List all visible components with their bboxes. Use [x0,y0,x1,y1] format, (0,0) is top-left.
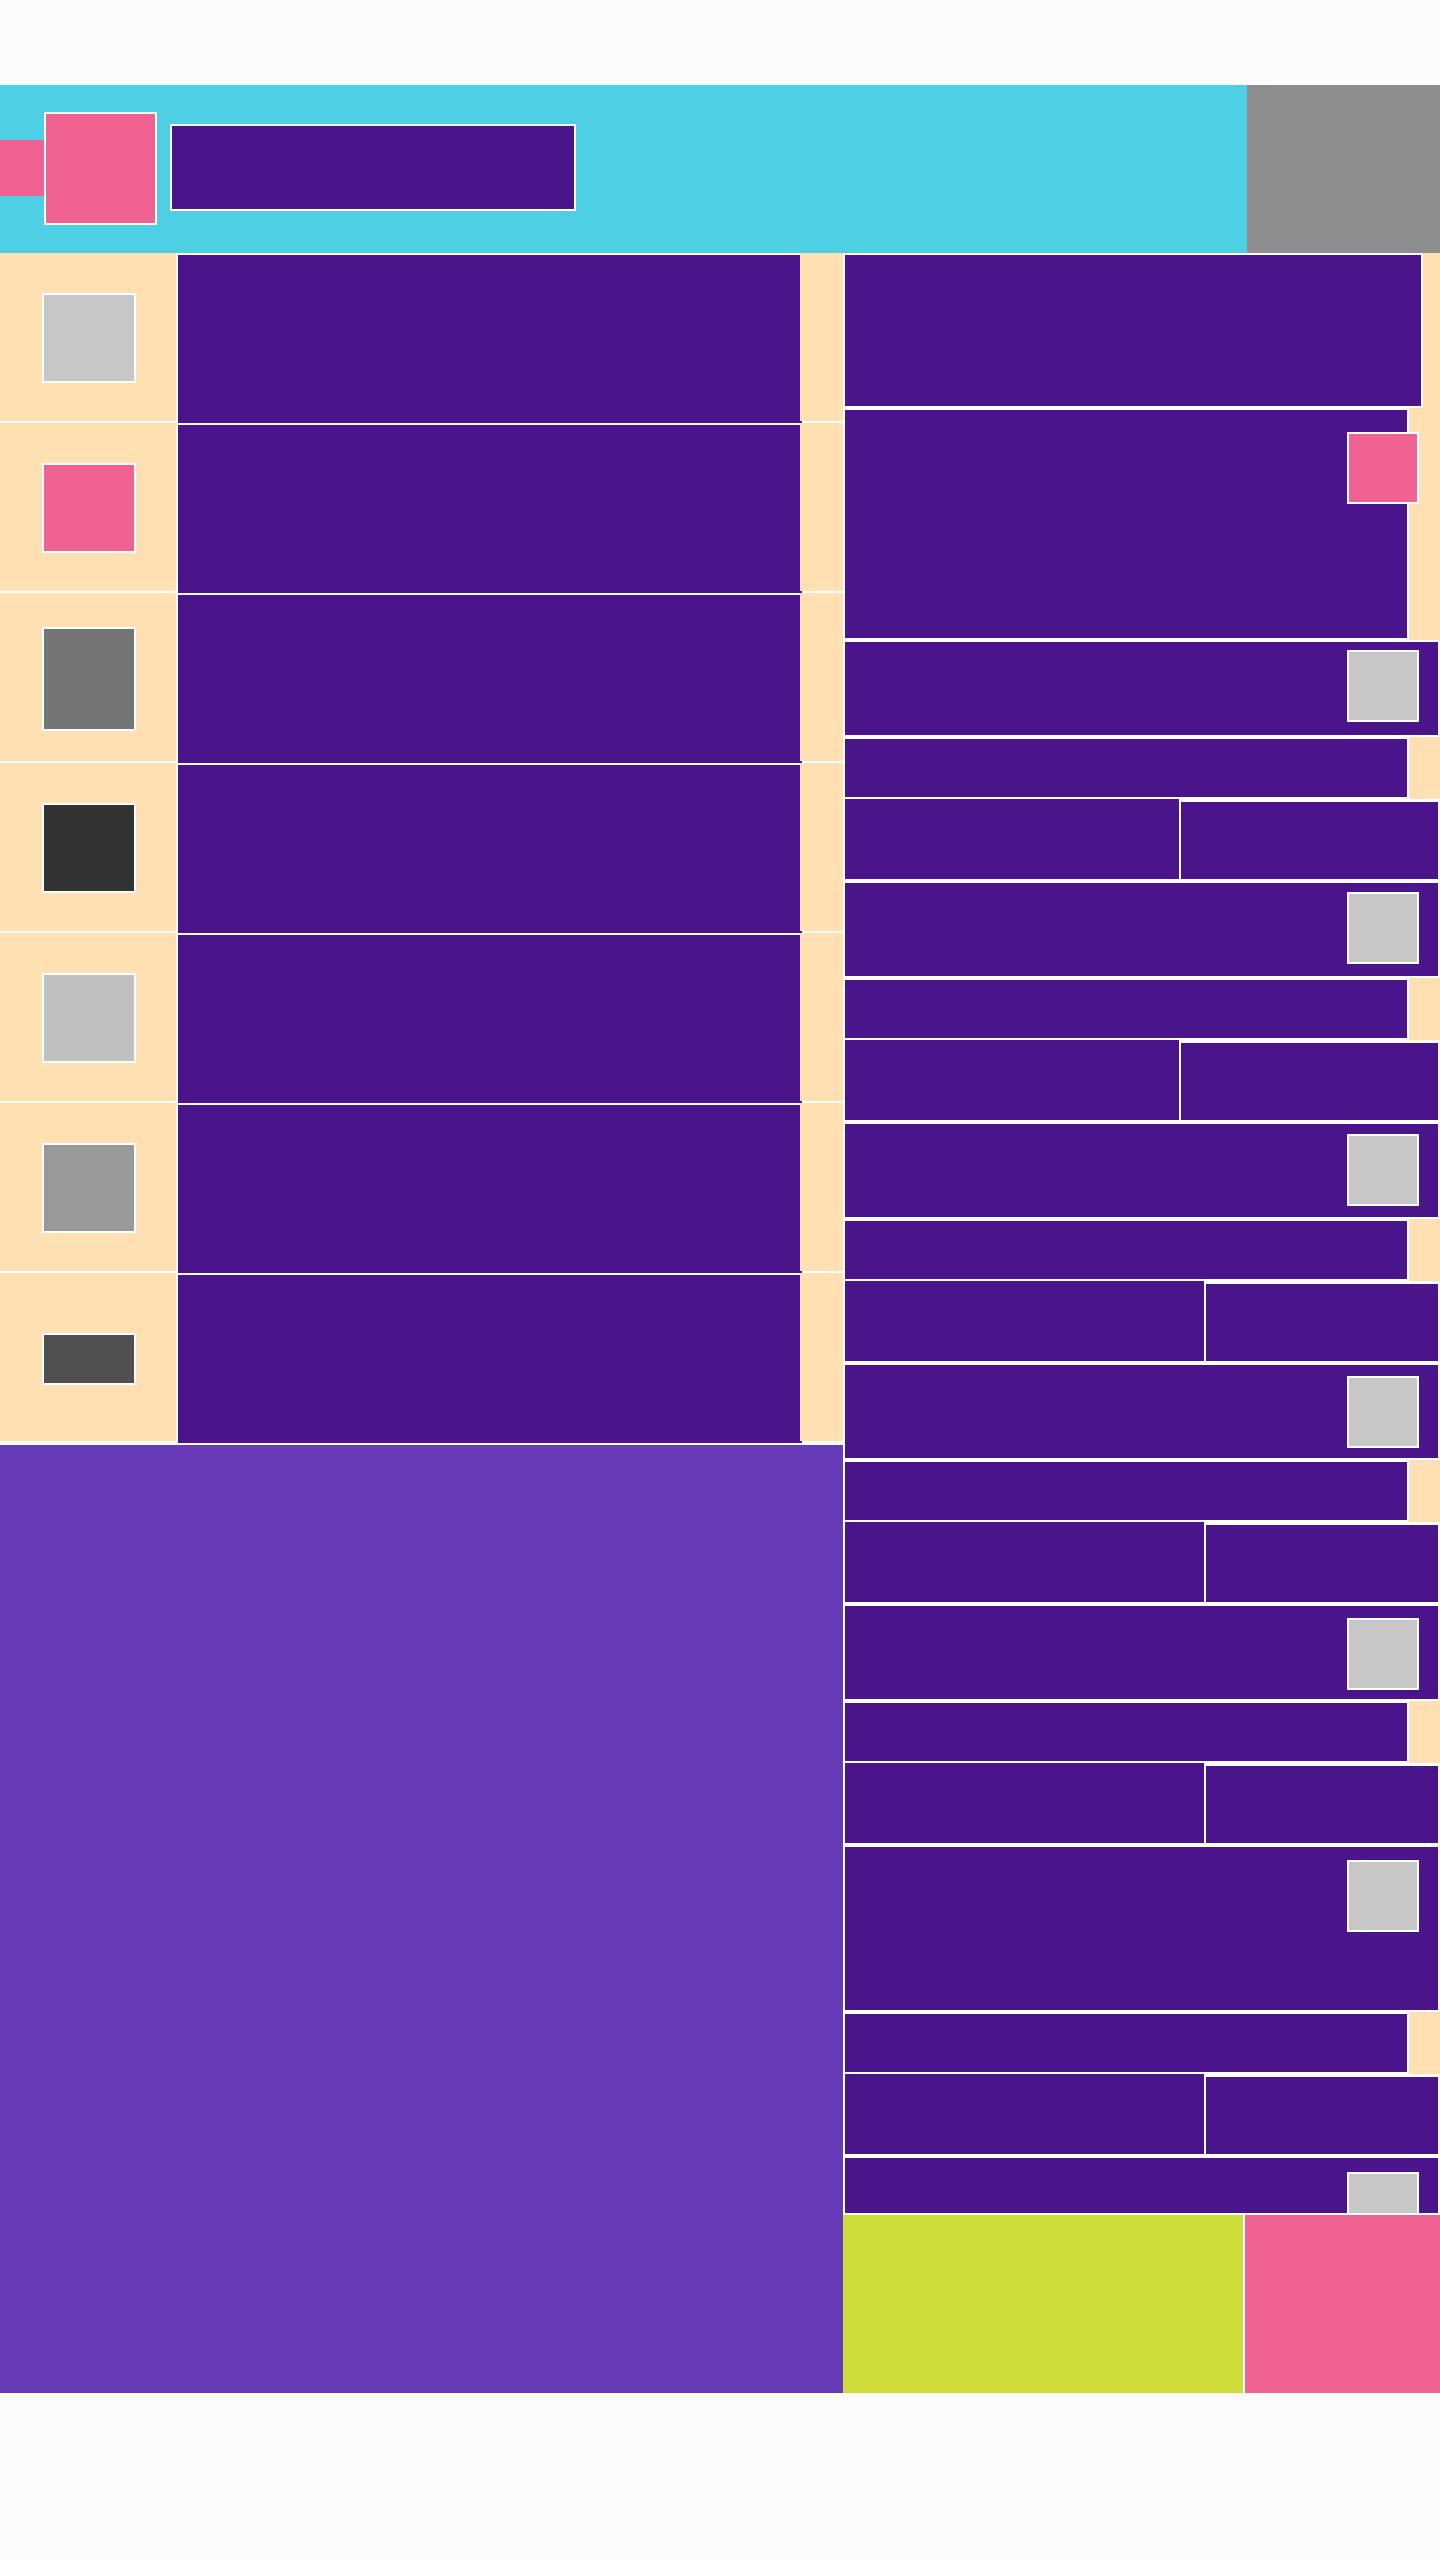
pink-square-icon [42,463,136,553]
list-item-thumb-cell [0,593,176,761]
item-list [0,253,843,1445]
right-list-item[interactable] [1204,1523,1440,1604]
list-item[interactable] [0,763,843,935]
right-list-item[interactable] [843,797,1181,881]
footer-right-button[interactable] [1243,2215,1440,2393]
pink-square-icon[interactable] [44,112,157,225]
right-list-item[interactable] [843,2072,1206,2156]
dark-square-icon [42,803,136,893]
list-item-handle[interactable] [800,1103,843,1271]
list-item[interactable] [0,1273,843,1445]
list-item-handle[interactable] [800,253,843,421]
light-gray-square-icon [1347,1860,1419,1932]
right-list-handle[interactable] [1423,253,1440,408]
list-item-label [176,1273,804,1445]
list-item[interactable] [0,1103,843,1275]
dark-gray-bar-icon [42,1333,136,1385]
list-item[interactable] [0,423,843,595]
list-item-label [176,593,804,765]
list-item[interactable] [0,933,843,1105]
list-item-handle[interactable] [800,423,843,591]
right-list-item[interactable] [843,253,1423,408]
list-item-label [176,763,804,935]
list-item-thumb-cell [0,1273,176,1441]
right-list-item[interactable] [843,978,1409,1040]
right-list-item[interactable] [843,1279,1206,1363]
list-item-handle[interactable] [800,593,843,761]
list-item-label [176,933,804,1105]
content-panel[interactable] [0,1443,843,2393]
light-gray-square-icon [42,973,136,1063]
list-item-label [176,423,804,595]
light-gray-square-icon [1347,650,1419,722]
list-item-handle[interactable] [800,763,843,931]
right-list-handle[interactable] [1409,978,1440,1040]
right-list-item[interactable] [843,1701,1409,1763]
right-list-item[interactable] [843,1520,1206,1604]
app-screen [0,0,1440,2560]
list-item-label [176,253,804,425]
footer-left-button[interactable] [843,2215,1243,2393]
right-list-item[interactable] [1179,1041,1440,1122]
list-item-thumb-cell [0,1103,176,1271]
header-title [170,124,576,211]
right-list-handle[interactable] [1409,1701,1440,1763]
right-list-item[interactable] [1179,800,1440,881]
gray-square-icon [42,627,136,731]
right-list-handle[interactable] [1409,2012,1440,2074]
right-list-item[interactable] [843,1219,1409,1281]
right-list-item[interactable] [843,1460,1409,1522]
pink-square-icon [1347,432,1419,504]
right-list-item[interactable] [843,408,1409,640]
right-list-handle[interactable] [1409,1219,1440,1281]
right-list-item[interactable] [1204,1282,1440,1363]
right-list-handle[interactable] [1409,1460,1440,1522]
right-list-handle[interactable] [1409,737,1440,799]
light-gray-square-icon [42,293,136,383]
list-item-label [176,1103,804,1275]
right-list-item[interactable] [1204,1764,1440,1845]
gray-square-icon [42,1143,136,1233]
list-item[interactable] [0,593,843,765]
logo-tab [0,140,44,196]
list-item-handle[interactable] [800,933,843,1101]
light-gray-square-icon [1347,1618,1419,1690]
light-gray-square-icon [1347,892,1419,964]
list-item-thumb-cell [0,763,176,931]
right-list-item[interactable] [843,1038,1181,1122]
list-item-thumb-cell [0,933,176,1101]
right-list-item[interactable] [843,737,1409,799]
list-item[interactable] [0,253,843,425]
light-gray-square-icon [1347,1376,1419,1448]
list-item-thumb-cell [0,423,176,591]
header-gray-panel[interactable] [1247,85,1440,253]
list-item-handle[interactable] [800,1273,843,1441]
light-gray-square-icon [1347,1134,1419,1206]
right-list-item[interactable] [843,1761,1206,1845]
right-list-item[interactable] [1204,2075,1440,2156]
right-list-item[interactable] [843,2012,1409,2074]
light-gray-square-icon [1347,2172,1419,2215]
list-item-thumb-cell [0,253,176,421]
